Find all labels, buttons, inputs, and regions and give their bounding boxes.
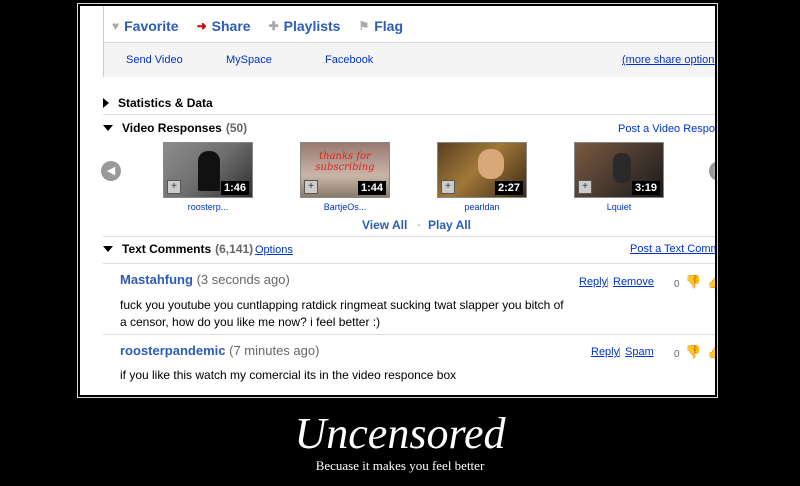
heart-icon: ♥ — [112, 19, 120, 33]
expand-arrow-icon — [103, 98, 109, 108]
add-to-quicklist-icon[interactable]: + — [304, 180, 318, 194]
collapse-arrow-icon — [103, 125, 113, 131]
video-responses-count: (50) — [225, 121, 248, 135]
tab-share[interactable]: ➜ Share — [197, 18, 251, 34]
thumbs-up-icon[interactable]: 👍 — [707, 274, 715, 290]
text-comments-count: (6,141) — [215, 242, 254, 256]
comment-score: 0 — [674, 279, 680, 290]
thumbs-up-icon[interactable]: 👍 — [707, 344, 715, 360]
text-comments-label: Text Comments — [122, 242, 212, 256]
add-to-quicklist-icon[interactable]: + — [167, 180, 181, 194]
spam-link[interactable]: Spam — [625, 346, 654, 358]
action-bar: ♥ Favorite ➜ Share ✚ Playlists ⚑ Flag Se… — [103, 6, 715, 77]
comment-options-link[interactable]: Options — [255, 244, 293, 256]
action-tabs: ♥ Favorite ➜ Share ✚ Playlists ⚑ Flag — [112, 18, 421, 34]
video-response-username[interactable]: Lquiet — [574, 202, 664, 212]
chevron-left-icon: ◀ — [106, 165, 116, 177]
comment-text: if you like this watch my comercial its … — [120, 368, 457, 382]
video-responses-toggle[interactable]: Video Responses (50) — [103, 121, 247, 135]
add-to-quicklist-icon[interactable]: + — [578, 180, 592, 194]
video-duration: 1:44 — [357, 181, 386, 195]
comment-author[interactable]: Mastahfung (3 seconds ago) — [120, 272, 290, 287]
view-all-link[interactable]: View All — [362, 218, 407, 232]
video-response-username[interactable]: BartjeOs... — [300, 202, 390, 212]
video-duration: 3:19 — [631, 181, 660, 195]
reply-link[interactable]: Reply — [579, 276, 607, 288]
video-response-username[interactable]: pearldan — [437, 202, 527, 212]
video-duration: 1:46 — [220, 181, 249, 195]
more-share-options-link[interactable]: (more share options — [622, 54, 715, 66]
thumb-figure — [478, 149, 504, 179]
thumb-figure — [613, 153, 631, 183]
post-text-comment-link[interactable]: Post a Text Comm — [630, 243, 715, 255]
divider — [103, 114, 715, 115]
flag-icon: ⚑ — [358, 19, 370, 33]
plus-icon: ✚ — [268, 19, 279, 33]
divider — [103, 334, 715, 335]
divider — [103, 263, 715, 264]
tab-favorite[interactable]: ♥ Favorite — [112, 18, 179, 34]
thumbs-down-icon[interactable]: 👎 — [685, 274, 701, 290]
comment-author[interactable]: roosterpandemic (7 minutes ago) — [120, 343, 319, 358]
thumbs-down-icon[interactable]: 👎 — [685, 344, 701, 360]
separator: - — [417, 219, 421, 231]
video-response-thumb[interactable]: + 3:19 — [574, 142, 664, 198]
tab-label: Flag — [374, 18, 404, 34]
facebook-link[interactable]: Facebook — [325, 54, 373, 66]
post-video-response-link[interactable]: Post a Video Respon — [618, 123, 715, 135]
video-duration: 2:27 — [494, 181, 523, 195]
text-comments-toggle[interactable]: Text Comments (6,141) — [103, 242, 253, 256]
comment-author-name[interactable]: roosterpandemic — [120, 343, 225, 358]
carousel-next-button[interactable]: ▶ — [709, 161, 715, 181]
action-separator: | — [618, 346, 621, 358]
action-separator: | — [606, 276, 609, 288]
divider — [103, 236, 715, 237]
video-response-username[interactable]: roosterp... — [163, 202, 253, 212]
myspace-link[interactable]: MySpace — [226, 54, 272, 66]
add-to-quicklist-icon[interactable]: + — [441, 180, 455, 194]
comment-score: 0 — [674, 349, 680, 360]
tab-playlists[interactable]: ✚ Playlists — [269, 18, 341, 34]
remove-link[interactable]: Remove — [613, 276, 654, 288]
screenshot-frame: ♥ Favorite ➜ Share ✚ Playlists ⚑ Flag Se… — [77, 3, 718, 398]
comment-time: (3 seconds ago) — [196, 272, 290, 287]
comment-author-name[interactable]: Mastahfung — [120, 272, 193, 287]
share-options-row: Send Video MySpace Facebook (more share … — [104, 42, 715, 77]
poster-title: Uncensored — [294, 409, 506, 458]
statistics-label: Statistics & Data — [118, 96, 213, 110]
youtube-watch-page: ♥ Favorite ➜ Share ✚ Playlists ⚑ Flag Se… — [80, 6, 715, 395]
video-info-panel: ♥ Favorite ➜ Share ✚ Playlists ⚑ Flag Se… — [101, 6, 715, 395]
tab-label: Share — [211, 18, 251, 34]
carousel-prev-button[interactable]: ◀ — [101, 161, 121, 181]
video-response-thumb[interactable]: + 2:27 — [437, 142, 527, 198]
statistics-toggle[interactable]: Statistics & Data — [103, 96, 715, 110]
arrow-right-icon: ➜ — [196, 19, 207, 33]
collapse-arrow-icon — [103, 246, 113, 252]
poster-subtitle: Becuase it makes you feel better — [315, 458, 485, 473]
send-video-link[interactable]: Send Video — [126, 54, 183, 66]
comment-time: (7 minutes ago) — [229, 343, 320, 358]
video-responses-label: Video Responses — [122, 121, 222, 135]
tab-label: Favorite — [124, 18, 179, 34]
thumb-overlay-text: thanks for subscribing — [315, 151, 375, 173]
comment-text: fuck you youtube you cuntlapping ratdick… — [120, 298, 564, 329]
video-response-thumb[interactable]: thanks for subscribing + 1:44 — [300, 142, 390, 198]
thumb-figure — [198, 151, 220, 191]
video-response-thumb[interactable]: + 1:46 — [163, 142, 253, 198]
play-all-link[interactable]: Play All — [428, 218, 471, 232]
tab-label: Playlists — [283, 18, 341, 34]
tab-flag[interactable]: ⚑ Flag — [358, 18, 403, 34]
reply-link[interactable]: Reply — [591, 346, 619, 358]
